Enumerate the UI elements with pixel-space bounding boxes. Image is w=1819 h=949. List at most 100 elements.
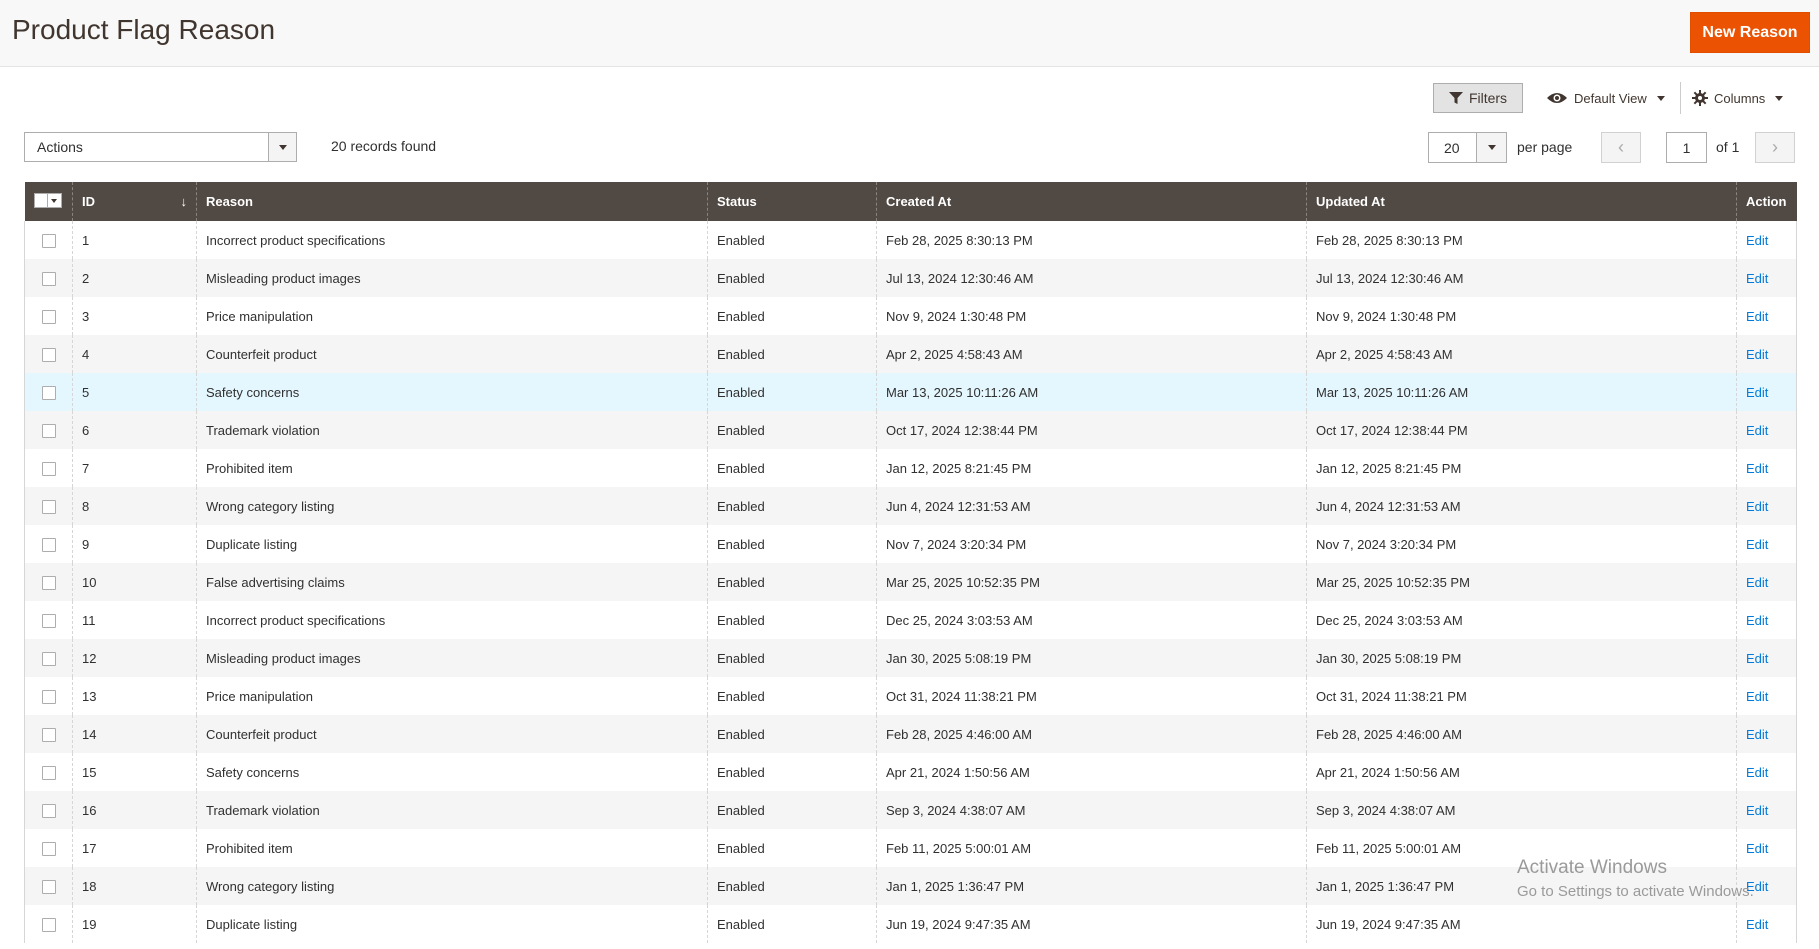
column-header-updated[interactable]: Updated At [1306, 182, 1737, 221]
edit-link[interactable]: Edit [1746, 803, 1768, 818]
cell-id: 16 [72, 791, 197, 829]
grid-header-row: ID ↓ Reason Status Created At Updated At … [24, 182, 1797, 221]
row-checkbox[interactable] [41, 537, 56, 552]
row-checkbox[interactable] [41, 309, 56, 324]
column-header-reason[interactable]: Reason [196, 182, 708, 221]
row-checkbox[interactable] [41, 575, 56, 590]
table-row[interactable]: 14 Counterfeit product Enabled Feb 28, 2025… [24, 715, 1797, 753]
cell-reason: Safety concerns [196, 753, 708, 791]
mass-select-header[interactable] [24, 182, 73, 221]
row-checkbox[interactable] [41, 917, 56, 932]
mass-actions-select[interactable]: Actions [24, 132, 297, 162]
edit-link[interactable]: Edit [1746, 727, 1768, 742]
column-header-status[interactable]: Status [707, 182, 877, 221]
row-checkbox[interactable] [41, 461, 56, 476]
edit-link[interactable]: Edit [1746, 385, 1768, 400]
row-select-cell [24, 411, 73, 449]
table-row[interactable]: 19 Duplicate listing Enabled Jun 19, 2024 9… [24, 905, 1797, 943]
cell-action: Edit [1736, 905, 1797, 943]
cell-id: 13 [72, 677, 197, 715]
cell-updated: Oct 31, 2024 11:38:21 PM [1306, 677, 1737, 715]
row-checkbox[interactable] [41, 803, 56, 818]
cell-action: Edit [1736, 753, 1797, 791]
cell-id: 11 [72, 601, 197, 639]
default-view-button[interactable]: Default View [1546, 86, 1665, 110]
table-row[interactable]: 16 Trademark violation Enabled Sep 3, 2024 … [24, 791, 1797, 829]
column-header-created[interactable]: Created At [876, 182, 1307, 221]
row-checkbox[interactable] [41, 841, 56, 856]
edit-link[interactable]: Edit [1746, 347, 1768, 362]
next-page-button[interactable]: › [1755, 132, 1795, 163]
table-row[interactable]: 8 Wrong category listing Enabled Jun 4, 202… [24, 487, 1797, 525]
cell-action: Edit [1736, 601, 1797, 639]
mass-select-checkbox[interactable] [33, 193, 62, 208]
edit-link[interactable]: Edit [1746, 841, 1768, 856]
cell-action: Edit [1736, 221, 1797, 259]
edit-link[interactable]: Edit [1746, 423, 1768, 438]
cell-id: 15 [72, 753, 197, 791]
cell-status: Enabled [707, 487, 877, 525]
cell-created: Feb 11, 2025 5:00:01 AM [876, 829, 1307, 867]
row-checkbox[interactable] [41, 613, 56, 628]
table-row[interactable]: 12 Misleading product images Enabled Jan 30… [24, 639, 1797, 677]
reasons-grid: ID ↓ Reason Status Created At Updated At … [24, 182, 1797, 943]
cell-action: Edit [1736, 373, 1797, 411]
row-checkbox[interactable] [41, 499, 56, 514]
edit-link[interactable]: Edit [1746, 233, 1768, 248]
table-row[interactable]: 9 Duplicate listing Enabled Nov 7, 2024 3:2… [24, 525, 1797, 563]
row-checkbox[interactable] [41, 651, 56, 666]
row-select-cell [24, 525, 73, 563]
edit-link[interactable]: Edit [1746, 689, 1768, 704]
cell-id: 5 [72, 373, 197, 411]
table-row[interactable]: 4 Counterfeit product Enabled Apr 2, 2025 4… [24, 335, 1797, 373]
column-header-id[interactable]: ID ↓ [72, 182, 197, 221]
table-row[interactable]: 1 Incorrect product specifications Enabled… [24, 221, 1797, 259]
cell-status: Enabled [707, 259, 877, 297]
row-checkbox[interactable] [41, 765, 56, 780]
row-select-cell [24, 753, 73, 791]
cell-updated: Mar 25, 2025 10:52:35 PM [1306, 563, 1737, 601]
edit-link[interactable]: Edit [1746, 271, 1768, 286]
per-page-select[interactable]: 20 [1428, 132, 1507, 163]
edit-link[interactable]: Edit [1746, 575, 1768, 590]
table-row[interactable]: 3 Price manipulation Enabled Nov 9, 2024 1:… [24, 297, 1797, 335]
table-row[interactable]: 2 Misleading product images Enabled Jul 13,… [24, 259, 1797, 297]
previous-page-button[interactable]: ‹ [1601, 132, 1641, 163]
table-row[interactable]: 15 Safety concerns Enabled Apr 21, 2024 1:5… [24, 753, 1797, 791]
cell-id: 4 [72, 335, 197, 373]
table-row[interactable]: 13 Price manipulation Enabled Oct 31, 2024 … [24, 677, 1797, 715]
row-checkbox[interactable] [41, 423, 56, 438]
page-header: Product Flag Reason New Reason [0, 0, 1819, 67]
edit-link[interactable]: Edit [1746, 651, 1768, 666]
cell-status: Enabled [707, 411, 877, 449]
row-select-cell [24, 373, 73, 411]
row-checkbox[interactable] [41, 689, 56, 704]
cell-created: Jun 19, 2024 9:47:35 AM [876, 905, 1307, 943]
table-row[interactable]: 5 Safety concerns Enabled Mar 13, 2025 10:1… [24, 373, 1797, 411]
edit-link[interactable]: Edit [1746, 499, 1768, 514]
table-row[interactable]: 11 Incorrect product specifications Enable… [24, 601, 1797, 639]
row-checkbox[interactable] [41, 727, 56, 742]
table-row[interactable]: 10 False advertising claims Enabled Mar 25,… [24, 563, 1797, 601]
edit-link[interactable]: Edit [1746, 613, 1768, 628]
page-number-input[interactable]: 1 [1666, 132, 1707, 163]
new-reason-button[interactable]: New Reason [1690, 12, 1810, 53]
edit-link[interactable]: Edit [1746, 461, 1768, 476]
row-checkbox[interactable] [41, 271, 56, 286]
eye-icon [1547, 93, 1567, 103]
row-checkbox[interactable] [41, 385, 56, 400]
filters-button[interactable]: Filters [1433, 83, 1523, 113]
row-checkbox[interactable] [41, 233, 56, 248]
actions-label: Actions [37, 139, 83, 155]
table-row[interactable]: 6 Trademark violation Enabled Oct 17, 2024 … [24, 411, 1797, 449]
edit-link[interactable]: Edit [1746, 537, 1768, 552]
cell-updated: Oct 17, 2024 12:38:44 PM [1306, 411, 1737, 449]
row-checkbox[interactable] [41, 347, 56, 362]
columns-button[interactable]: Columns [1692, 86, 1784, 110]
edit-link[interactable]: Edit [1746, 917, 1768, 932]
row-checkbox[interactable] [41, 879, 56, 894]
edit-link[interactable]: Edit [1746, 309, 1768, 324]
table-row[interactable]: 7 Prohibited item Enabled Jan 12, 2025 8:21… [24, 449, 1797, 487]
cell-reason: Safety concerns [196, 373, 708, 411]
edit-link[interactable]: Edit [1746, 765, 1768, 780]
